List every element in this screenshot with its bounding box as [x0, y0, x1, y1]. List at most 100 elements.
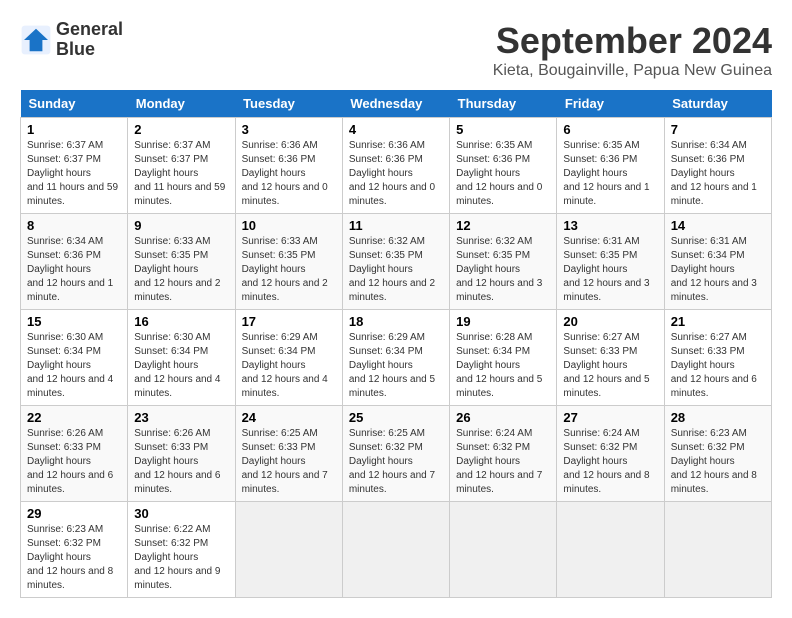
- calendar-cell: 24 Sunrise: 6:25 AMSunset: 6:33 PMDaylig…: [235, 406, 342, 502]
- calendar-cell: [235, 502, 342, 598]
- day-number: 14: [671, 218, 765, 233]
- day-detail: Sunrise: 6:36 AMSunset: 6:36 PMDaylight …: [242, 140, 328, 207]
- day-detail: Sunrise: 6:26 AMSunset: 6:33 PMDaylight …: [134, 428, 220, 495]
- calendar-cell: 2 Sunrise: 6:37 AMSunset: 6:37 PMDayligh…: [128, 118, 235, 214]
- calendar-cell: 14 Sunrise: 6:31 AMSunset: 6:34 PMDaylig…: [664, 214, 771, 310]
- day-detail: Sunrise: 6:31 AMSunset: 6:35 PMDaylight …: [563, 236, 649, 303]
- day-detail: Sunrise: 6:29 AMSunset: 6:34 PMDaylight …: [349, 332, 435, 399]
- calendar-cell: 25 Sunrise: 6:25 AMSunset: 6:32 PMDaylig…: [342, 406, 449, 502]
- logo: General Blue: [20, 20, 123, 60]
- day-number: 21: [671, 314, 765, 329]
- calendar-cell: 5 Sunrise: 6:35 AMSunset: 6:36 PMDayligh…: [450, 118, 557, 214]
- calendar-table: SundayMondayTuesdayWednesdayThursdayFrid…: [20, 90, 772, 598]
- header: General Blue September 2024 Kieta, Bouga…: [20, 20, 772, 80]
- day-number: 13: [563, 218, 657, 233]
- calendar-cell: 8 Sunrise: 6:34 AMSunset: 6:36 PMDayligh…: [21, 214, 128, 310]
- day-number: 3: [242, 122, 336, 137]
- calendar-cell: [557, 502, 664, 598]
- weekday-header-wednesday: Wednesday: [342, 90, 449, 118]
- calendar-week-4: 22 Sunrise: 6:26 AMSunset: 6:33 PMDaylig…: [21, 406, 772, 502]
- calendar-week-1: 1 Sunrise: 6:37 AMSunset: 6:37 PMDayligh…: [21, 118, 772, 214]
- calendar-cell: 1 Sunrise: 6:37 AMSunset: 6:37 PMDayligh…: [21, 118, 128, 214]
- day-detail: Sunrise: 6:28 AMSunset: 6:34 PMDaylight …: [456, 332, 542, 399]
- calendar-week-5: 29 Sunrise: 6:23 AMSunset: 6:32 PMDaylig…: [21, 502, 772, 598]
- calendar-body: 1 Sunrise: 6:37 AMSunset: 6:37 PMDayligh…: [21, 118, 772, 598]
- calendar-cell: 15 Sunrise: 6:30 AMSunset: 6:34 PMDaylig…: [21, 310, 128, 406]
- calendar-cell: 27 Sunrise: 6:24 AMSunset: 6:32 PMDaylig…: [557, 406, 664, 502]
- day-detail: Sunrise: 6:24 AMSunset: 6:32 PMDaylight …: [563, 428, 649, 495]
- day-number: 12: [456, 218, 550, 233]
- day-number: 7: [671, 122, 765, 137]
- calendar-cell: 13 Sunrise: 6:31 AMSunset: 6:35 PMDaylig…: [557, 214, 664, 310]
- day-number: 23: [134, 410, 228, 425]
- day-detail: Sunrise: 6:37 AMSunset: 6:37 PMDaylight …: [134, 140, 225, 207]
- day-detail: Sunrise: 6:24 AMSunset: 6:32 PMDaylight …: [456, 428, 542, 495]
- day-detail: Sunrise: 6:37 AMSunset: 6:37 PMDaylight …: [27, 140, 118, 207]
- day-number: 4: [349, 122, 443, 137]
- title-area: September 2024 Kieta, Bougainville, Papu…: [493, 20, 772, 80]
- day-number: 2: [134, 122, 228, 137]
- day-detail: Sunrise: 6:29 AMSunset: 6:34 PMDaylight …: [242, 332, 328, 399]
- day-detail: Sunrise: 6:25 AMSunset: 6:33 PMDaylight …: [242, 428, 328, 495]
- calendar-cell: 28 Sunrise: 6:23 AMSunset: 6:32 PMDaylig…: [664, 406, 771, 502]
- day-detail: Sunrise: 6:31 AMSunset: 6:34 PMDaylight …: [671, 236, 757, 303]
- calendar-cell: 6 Sunrise: 6:35 AMSunset: 6:36 PMDayligh…: [557, 118, 664, 214]
- calendar-cell: 22 Sunrise: 6:26 AMSunset: 6:33 PMDaylig…: [21, 406, 128, 502]
- month-title: September 2024: [493, 20, 772, 62]
- day-detail: Sunrise: 6:36 AMSunset: 6:36 PMDaylight …: [349, 140, 435, 207]
- day-detail: Sunrise: 6:27 AMSunset: 6:33 PMDaylight …: [563, 332, 649, 399]
- calendar-cell: 29 Sunrise: 6:23 AMSunset: 6:32 PMDaylig…: [21, 502, 128, 598]
- calendar-cell: 20 Sunrise: 6:27 AMSunset: 6:33 PMDaylig…: [557, 310, 664, 406]
- logo-text: General Blue: [56, 20, 123, 60]
- weekday-header-row: SundayMondayTuesdayWednesdayThursdayFrid…: [21, 90, 772, 118]
- day-detail: Sunrise: 6:33 AMSunset: 6:35 PMDaylight …: [134, 236, 220, 303]
- day-number: 25: [349, 410, 443, 425]
- day-detail: Sunrise: 6:27 AMSunset: 6:33 PMDaylight …: [671, 332, 757, 399]
- calendar-cell: 16 Sunrise: 6:30 AMSunset: 6:34 PMDaylig…: [128, 310, 235, 406]
- day-detail: Sunrise: 6:33 AMSunset: 6:35 PMDaylight …: [242, 236, 328, 303]
- calendar-cell: 4 Sunrise: 6:36 AMSunset: 6:36 PMDayligh…: [342, 118, 449, 214]
- day-detail: Sunrise: 6:32 AMSunset: 6:35 PMDaylight …: [349, 236, 435, 303]
- day-number: 8: [27, 218, 121, 233]
- day-number: 22: [27, 410, 121, 425]
- day-detail: Sunrise: 6:35 AMSunset: 6:36 PMDaylight …: [456, 140, 542, 207]
- weekday-header-saturday: Saturday: [664, 90, 771, 118]
- day-detail: Sunrise: 6:23 AMSunset: 6:32 PMDaylight …: [27, 524, 113, 591]
- calendar-cell: 23 Sunrise: 6:26 AMSunset: 6:33 PMDaylig…: [128, 406, 235, 502]
- calendar-cell: 17 Sunrise: 6:29 AMSunset: 6:34 PMDaylig…: [235, 310, 342, 406]
- day-detail: Sunrise: 6:23 AMSunset: 6:32 PMDaylight …: [671, 428, 757, 495]
- calendar-cell: [664, 502, 771, 598]
- calendar-cell: 18 Sunrise: 6:29 AMSunset: 6:34 PMDaylig…: [342, 310, 449, 406]
- day-detail: Sunrise: 6:34 AMSunset: 6:36 PMDaylight …: [671, 140, 757, 207]
- day-number: 28: [671, 410, 765, 425]
- day-number: 29: [27, 506, 121, 521]
- calendar-cell: 21 Sunrise: 6:27 AMSunset: 6:33 PMDaylig…: [664, 310, 771, 406]
- day-number: 20: [563, 314, 657, 329]
- day-number: 11: [349, 218, 443, 233]
- day-number: 30: [134, 506, 228, 521]
- calendar-cell: 12 Sunrise: 6:32 AMSunset: 6:35 PMDaylig…: [450, 214, 557, 310]
- calendar-cell: 9 Sunrise: 6:33 AMSunset: 6:35 PMDayligh…: [128, 214, 235, 310]
- weekday-header-sunday: Sunday: [21, 90, 128, 118]
- day-detail: Sunrise: 6:22 AMSunset: 6:32 PMDaylight …: [134, 524, 220, 591]
- day-detail: Sunrise: 6:25 AMSunset: 6:32 PMDaylight …: [349, 428, 435, 495]
- day-number: 16: [134, 314, 228, 329]
- day-detail: Sunrise: 6:30 AMSunset: 6:34 PMDaylight …: [27, 332, 113, 399]
- day-number: 18: [349, 314, 443, 329]
- calendar-cell: [342, 502, 449, 598]
- day-number: 10: [242, 218, 336, 233]
- day-detail: Sunrise: 6:34 AMSunset: 6:36 PMDaylight …: [27, 236, 113, 303]
- day-detail: Sunrise: 6:26 AMSunset: 6:33 PMDaylight …: [27, 428, 113, 495]
- day-number: 26: [456, 410, 550, 425]
- weekday-header-friday: Friday: [557, 90, 664, 118]
- day-detail: Sunrise: 6:32 AMSunset: 6:35 PMDaylight …: [456, 236, 542, 303]
- calendar-week-2: 8 Sunrise: 6:34 AMSunset: 6:36 PMDayligh…: [21, 214, 772, 310]
- day-number: 6: [563, 122, 657, 137]
- day-number: 1: [27, 122, 121, 137]
- weekday-header-thursday: Thursday: [450, 90, 557, 118]
- day-number: 19: [456, 314, 550, 329]
- day-number: 5: [456, 122, 550, 137]
- calendar-cell: 10 Sunrise: 6:33 AMSunset: 6:35 PMDaylig…: [235, 214, 342, 310]
- day-number: 17: [242, 314, 336, 329]
- day-number: 15: [27, 314, 121, 329]
